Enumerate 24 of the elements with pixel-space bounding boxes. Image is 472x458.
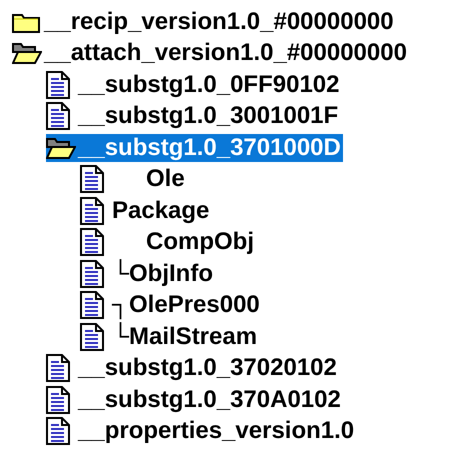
- tree-item[interactable]: CompObj: [112, 228, 254, 256]
- tree-item[interactable]: __attach_version1.0_#00000000: [44, 39, 407, 68]
- tree-item[interactable]: Ole: [112, 165, 185, 194]
- document-icon: [80, 228, 104, 256]
- document-icon: [46, 386, 70, 414]
- tree-item[interactable]: __substg1.0_3001001F: [78, 102, 338, 130]
- tree-item[interactable]: __substg1.0_0FF90102: [78, 70, 340, 99]
- tree-item[interactable]: └ObjInfo: [112, 260, 213, 288]
- document-icon: [80, 322, 104, 351]
- document-icon: [80, 196, 104, 225]
- tree-item[interactable]: __substg1.0_370A0102: [78, 386, 341, 414]
- tree-item[interactable]: └MailStream: [112, 322, 258, 351]
- document-icon: [46, 70, 70, 99]
- document-icon: [46, 354, 70, 382]
- document-icon: [46, 102, 70, 130]
- tree-item[interactable]: __properties_version1.0: [78, 417, 354, 446]
- document-icon: [46, 417, 70, 446]
- tree-item[interactable]: __recip_version1.0_#00000000: [44, 8, 394, 36]
- tree-item[interactable]: Package: [112, 196, 210, 225]
- document-icon: [80, 260, 104, 288]
- document-icon: [80, 165, 104, 194]
- tree-item[interactable]: ┐OlePres000: [112, 291, 260, 320]
- tree-item[interactable]: __substg1.0_37020102: [78, 354, 337, 382]
- document-icon: [80, 291, 104, 320]
